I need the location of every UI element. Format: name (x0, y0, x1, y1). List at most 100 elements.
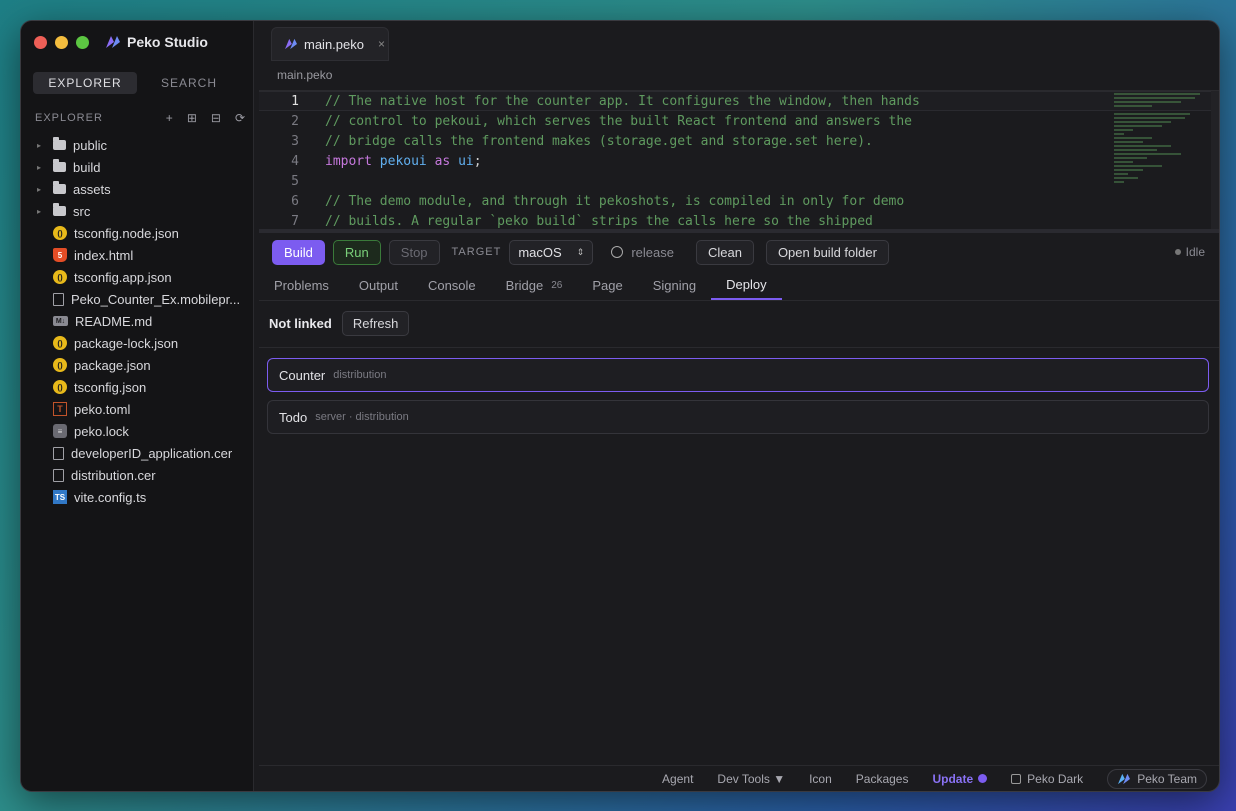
refresh-button[interactable]: Refresh (341, 311, 410, 336)
tab-problems[interactable]: Problems (259, 271, 344, 300)
minimap[interactable] (1114, 91, 1209, 229)
tab-search[interactable]: SEARCH (137, 72, 241, 94)
close-window-button[interactable] (34, 36, 47, 49)
chevron-right-icon[interactable]: ▸ (37, 207, 47, 216)
code-line[interactable]: 3 // bridge calls the frontend makes (sto… (259, 131, 1219, 151)
theme-label: Peko Dark (1027, 771, 1084, 786)
tab-page[interactable]: Page (577, 271, 637, 300)
code-line[interactable]: 4 import pekoui as ui; (259, 151, 1219, 171)
clean-button[interactable]: Clean (695, 239, 754, 265)
tree-item-label: distribution.cer (71, 467, 156, 483)
tree-item-json[interactable]: () tsconfig.app.json (21, 266, 254, 288)
code-text: // bridge calls the frontend makes (stor… (325, 133, 873, 149)
peko-logo-icon (106, 36, 120, 48)
chevron-right-icon[interactable]: ▸ (37, 141, 47, 150)
target-label: TARGET (451, 246, 502, 258)
run-button[interactable]: Run (332, 239, 381, 265)
tree-item-json[interactable]: () tsconfig.json (21, 376, 254, 398)
stop-button[interactable]: Stop (388, 239, 440, 265)
tree-item-folder[interactable]: ▸ build (21, 156, 254, 178)
tree-item-json[interactable]: () tsconfig.node.json (21, 222, 254, 244)
build-status-text: Idle (1185, 245, 1205, 259)
code-token: ; (473, 153, 482, 169)
packages-button[interactable]: Packages (856, 772, 909, 786)
editor-scrollbar[interactable] (1211, 91, 1219, 229)
tree-item-html[interactable]: 5 index.html (21, 244, 254, 266)
json-file-icon: () (53, 226, 67, 240)
code-editor[interactable]: 1 // The native host for the counter app.… (259, 90, 1219, 229)
tree-item-toml[interactable]: Tpeko.toml (21, 398, 254, 420)
tree-item-ts[interactable]: TS vite.config.ts (21, 486, 254, 508)
release-checkbox[interactable] (611, 246, 624, 258)
tree-item-label: build (73, 159, 101, 175)
tree-item-label: public (73, 137, 107, 153)
html-file-icon: 5 (53, 248, 67, 262)
code-line[interactable]: 5 (259, 171, 1219, 191)
tree-item-label: developerID_application.cer (71, 445, 233, 461)
tab-signing[interactable]: Signing (638, 271, 711, 300)
tree-item-label: README.md (75, 313, 153, 329)
code-line[interactable]: 6 // The demo module, and through it peko… (259, 191, 1219, 211)
chevron-right-icon[interactable]: ▸ (37, 185, 47, 194)
tab-label: Signing (652, 278, 697, 293)
minimap-line (1114, 169, 1143, 171)
deploy-app-card-counter[interactable]: Counter distribution (267, 358, 1209, 392)
deploy-app-card-todo[interactable]: Todo server · distribution (267, 400, 1209, 434)
theme-checkbox[interactable] (1011, 773, 1022, 784)
minimap-line (1114, 141, 1143, 143)
breadcrumb: main.peko (277, 68, 333, 82)
tab-deploy[interactable]: Deploy (711, 271, 782, 300)
tree-item-json[interactable]: () package.json (21, 354, 254, 376)
select-arrows-icon: ⇕ (576, 246, 585, 257)
new-folder-icon[interactable]: ⊞ (187, 111, 197, 125)
code-line[interactable]: 2 // control to pekoui, which serves the … (259, 111, 1219, 131)
tree-item-folder[interactable]: ▸ public (21, 134, 254, 156)
code-token: pekoui (379, 153, 427, 169)
line-number: 6 (291, 193, 299, 209)
tree-item-lock[interactable]: ≡ peko.lock (21, 420, 254, 442)
team-button[interactable]: Peko Team (1107, 768, 1207, 789)
minimap-line (1114, 97, 1195, 99)
minimize-window-button[interactable] (55, 36, 68, 49)
tab-bridge[interactable]: Bridge 26 (491, 271, 578, 300)
team-logo-icon (1118, 773, 1131, 784)
tree-item-folder[interactable]: ▸ src (21, 200, 254, 222)
tab-label: Output (358, 278, 398, 293)
agent-button[interactable]: Agent (662, 772, 693, 786)
editor-tab[interactable]: main.peko × (271, 27, 389, 61)
tab-label: Problems (274, 278, 329, 293)
target-select[interactable]: macOS ⇕ (509, 239, 594, 265)
code-text: // control to pekoui, which serves the b… (325, 113, 912, 129)
tree-item-doc[interactable]: distribution.cer (21, 464, 254, 486)
minimap-line (1114, 145, 1171, 147)
code-text: // builds. A regular `peko build` strips… (325, 213, 873, 229)
minimap-line (1114, 133, 1124, 135)
peko-file-icon (285, 38, 297, 50)
tree-item-doc[interactable]: Peko_Counter_Ex.mobilepr... (21, 288, 254, 310)
tree-item-folder[interactable]: ▸ assets (21, 178, 254, 200)
chevron-right-icon[interactable]: ▸ (37, 163, 47, 172)
code-line[interactable]: 7 // builds. A regular `peko build` strip… (259, 211, 1219, 229)
link-status: Not linked (269, 316, 332, 331)
devtools-button[interactable]: Dev Tools ▼ (717, 772, 785, 786)
close-tab-icon[interactable]: × (378, 37, 385, 51)
icon-button[interactable]: Icon (809, 772, 832, 786)
maximize-window-button[interactable] (76, 36, 89, 49)
code-line[interactable]: 1 // The native host for the counter app.… (259, 91, 1219, 111)
tree-item-doc[interactable]: developerID_application.cer (21, 442, 254, 464)
open-build-folder-button[interactable]: Open build folder (765, 239, 889, 265)
refresh-icon[interactable]: ⟳ (235, 111, 245, 125)
tree-item-md[interactable]: M↓ README.md (21, 310, 254, 332)
main-area: main.peko × main.peko 1 // The native hos… (255, 21, 1219, 791)
tab-explorer[interactable]: EXPLORER (33, 72, 137, 94)
new-file-icon[interactable]: + (166, 111, 173, 125)
update-button[interactable]: Update (932, 772, 988, 786)
tab-console[interactable]: Console (413, 271, 491, 300)
theme-toggle[interactable]: Peko Dark (1011, 772, 1083, 786)
tree-item-json[interactable]: () package-lock.json (21, 332, 254, 354)
collapse-all-icon[interactable]: ⊟ (211, 111, 221, 125)
explorer-section-title: EXPLORER (35, 112, 103, 124)
tree-item-label: tsconfig.app.json (74, 269, 172, 285)
build-button[interactable]: Build (272, 239, 325, 265)
tab-output[interactable]: Output (344, 271, 413, 300)
